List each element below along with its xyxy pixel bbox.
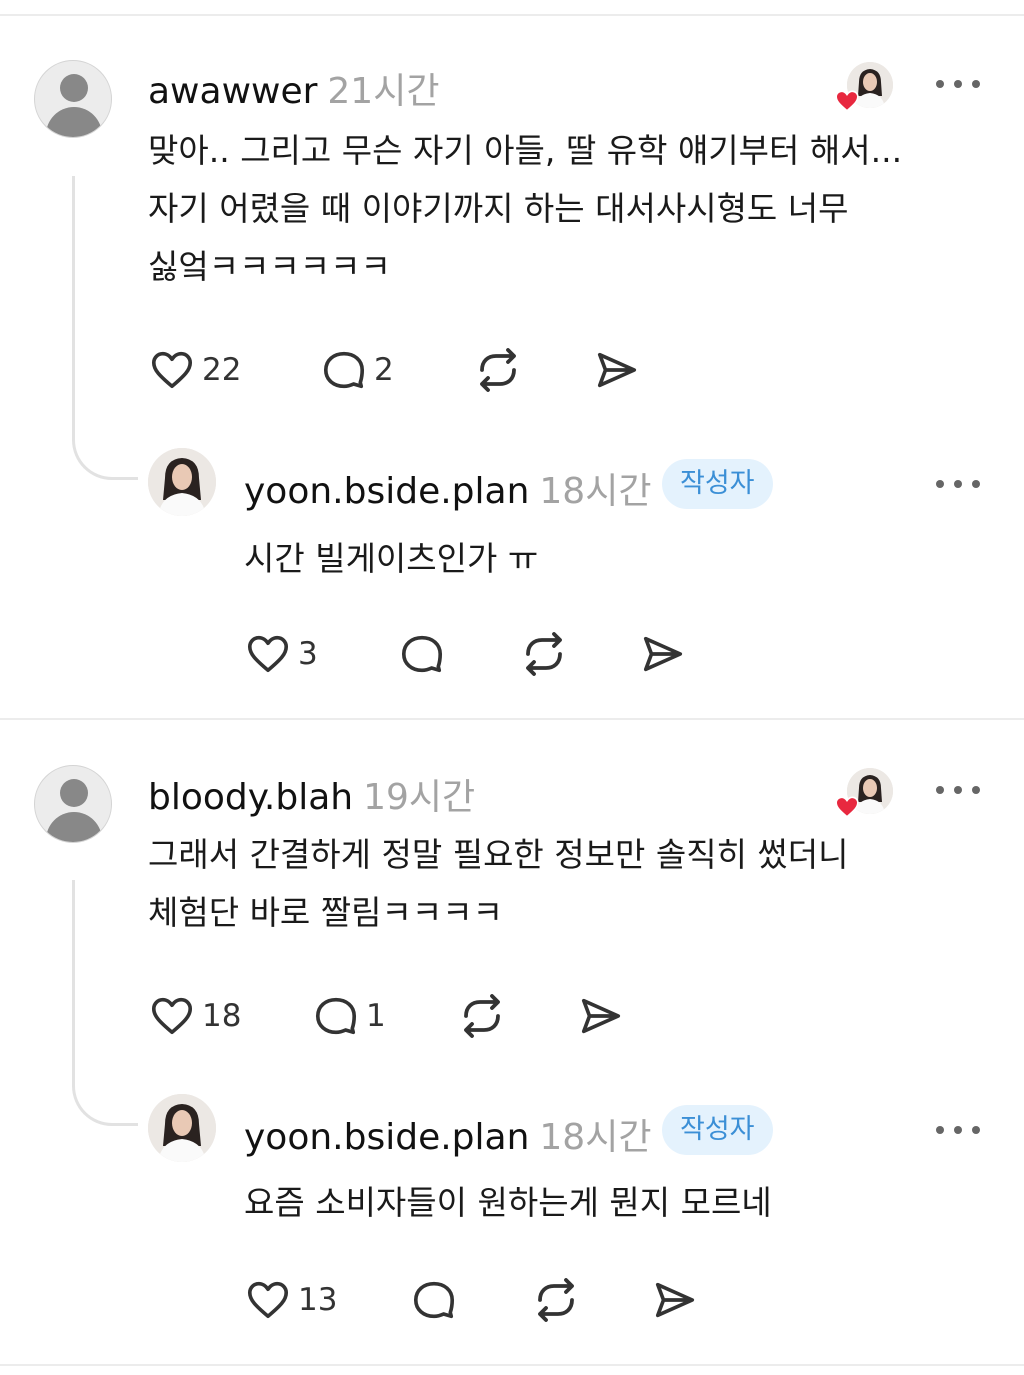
- timestamp: 19시간: [363, 777, 476, 818]
- repost-button[interactable]: [472, 346, 524, 394]
- username[interactable]: yoon.bside.plan: [244, 471, 529, 512]
- send-icon: [655, 1282, 695, 1318]
- more-dots-icon[interactable]: [936, 780, 980, 800]
- comment-text-line: 체험단 바로 짤림ㅋㅋㅋㅋ: [148, 893, 503, 932]
- comment-text-line: 맞아.. 그리고 무슨 자기 아들, 딸 유학 얘기부터 해서...: [148, 131, 903, 170]
- share-button[interactable]: [592, 346, 642, 394]
- reply-count: 2: [374, 352, 394, 388]
- send-icon: [581, 998, 621, 1034]
- thread-connector-line: [72, 176, 138, 480]
- repost-icon: [538, 1278, 574, 1322]
- reply-count: 1: [366, 998, 386, 1034]
- comment-header: awawwer 21시간: [148, 62, 439, 114]
- speech-bubble-icon: [315, 997, 357, 1035]
- more-dots-icon[interactable]: [936, 1120, 980, 1140]
- thread-divider: [0, 718, 1024, 720]
- comment-text-line: 그래서 간결하게 정말 필요한 정보만 솔직히 썼더니: [148, 835, 849, 874]
- repost-icon: [464, 994, 500, 1038]
- reply-text: 요즘 소비자들이 원하는게 뭔지 모르네: [244, 1183, 772, 1222]
- more-dots-icon[interactable]: [936, 474, 980, 494]
- share-button[interactable]: [638, 630, 688, 678]
- comment-text-line: 싫엌ㅋㅋㅋㅋㅋㅋ: [148, 247, 391, 286]
- default-avatar-icon[interactable]: [34, 60, 112, 138]
- heart-outline-icon: [247, 1281, 289, 1319]
- comment-header: bloody.blah 19시간: [148, 768, 475, 820]
- default-avatar-icon[interactable]: [34, 765, 112, 843]
- timestamp: 21시간: [327, 71, 440, 112]
- reply-button[interactable]: [410, 1276, 458, 1324]
- repost-button[interactable]: [456, 992, 508, 1040]
- reply-text: 시간 빌게이츠인가 ㅠ: [244, 539, 539, 578]
- speech-bubble-icon: [323, 351, 365, 389]
- like-count: 13: [298, 1282, 338, 1318]
- like-button[interactable]: 13: [244, 1276, 337, 1324]
- top-divider: [0, 14, 1024, 16]
- heart-filled-icon: [835, 796, 859, 818]
- repost-button[interactable]: [518, 630, 570, 678]
- comment-text-line: 자기 어렸을 때 이야기까지 하는 대서사시형도 너무: [148, 189, 849, 228]
- username[interactable]: yoon.bside.plan: [244, 1117, 529, 1158]
- repost-icon: [480, 348, 516, 392]
- reply-button[interactable]: 1: [312, 992, 386, 1040]
- username[interactable]: awawwer: [148, 71, 317, 112]
- speech-bubble-icon: [401, 635, 443, 673]
- reply-button[interactable]: 2: [320, 346, 394, 394]
- repost-button[interactable]: [530, 1276, 582, 1324]
- like-button[interactable]: 22: [148, 346, 241, 394]
- heart-outline-icon: [247, 635, 289, 673]
- thread-connector-line: [72, 880, 138, 1126]
- heart-filled-icon: [835, 90, 859, 112]
- repost-icon: [526, 632, 562, 676]
- timestamp: 18시간: [539, 471, 652, 512]
- like-count: 18: [202, 998, 242, 1034]
- author-badge: 작성자: [662, 459, 773, 509]
- author-avatar[interactable]: [148, 448, 216, 516]
- username[interactable]: bloody.blah: [148, 777, 353, 818]
- like-button[interactable]: 18: [148, 992, 241, 1040]
- like-count: 22: [202, 352, 242, 388]
- author-avatar[interactable]: [148, 1094, 216, 1162]
- bottom-divider: [0, 1364, 1024, 1366]
- author-badge: 작성자: [662, 1105, 773, 1155]
- heart-outline-icon: [151, 997, 193, 1035]
- like-count: 3: [298, 636, 318, 672]
- share-button[interactable]: [650, 1276, 700, 1324]
- more-dots-icon[interactable]: [936, 74, 980, 94]
- timestamp: 18시간: [539, 1117, 652, 1158]
- send-icon: [643, 636, 683, 672]
- reply-header: yoon.bside.plan 18시간: [244, 462, 651, 514]
- heart-outline-icon: [151, 351, 193, 389]
- share-button[interactable]: [576, 992, 626, 1040]
- send-icon: [597, 352, 637, 388]
- reply-button[interactable]: [398, 630, 446, 678]
- reply-header: yoon.bside.plan 18시간: [244, 1108, 651, 1160]
- speech-bubble-icon: [413, 1281, 455, 1319]
- like-button[interactable]: 3: [244, 630, 318, 678]
